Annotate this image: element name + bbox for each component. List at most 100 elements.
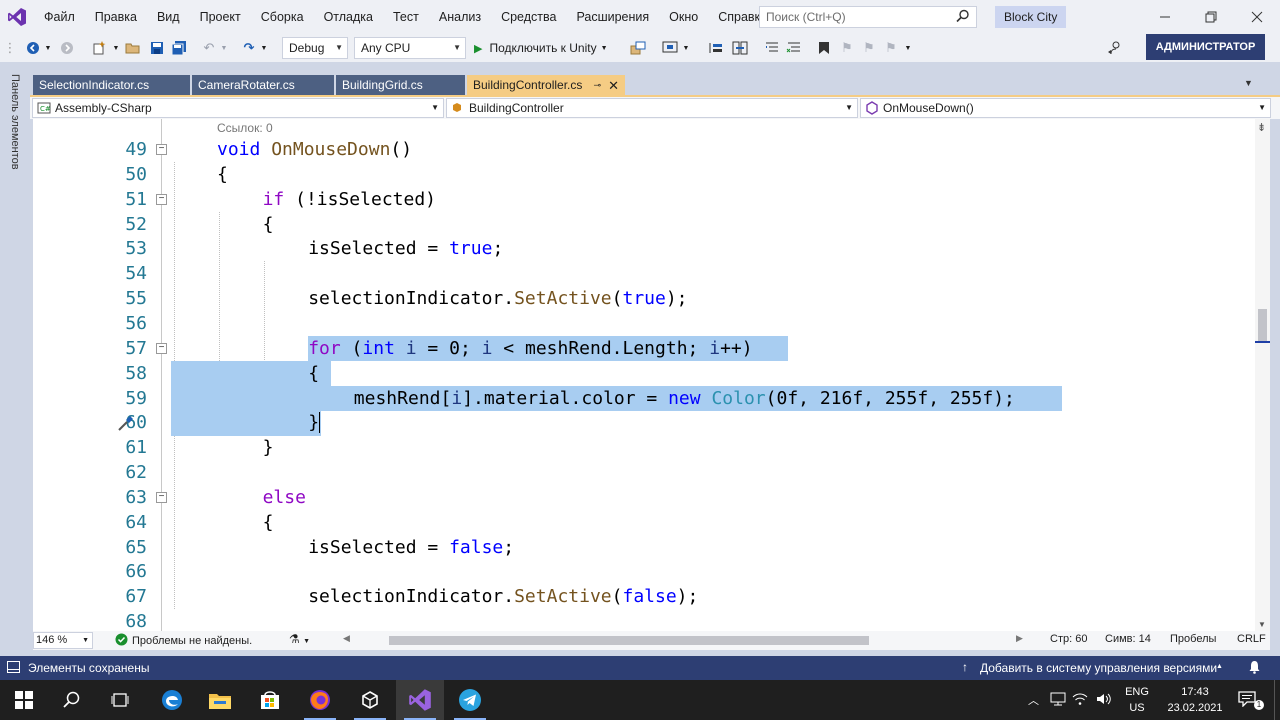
firefox-icon[interactable]	[296, 680, 344, 720]
menu-item[interactable]: Файл	[34, 10, 85, 24]
scrollbar-thumb[interactable]	[1258, 309, 1267, 343]
back-dropdown-icon[interactable]: ▼	[44, 38, 52, 58]
wifi-icon[interactable]	[1072, 692, 1088, 709]
task-view-icon[interactable]	[96, 680, 144, 720]
screen-dropdown-icon[interactable]: ▼	[682, 38, 690, 58]
zoom-select[interactable]: 146 % ▼	[33, 632, 93, 649]
edge-browser-icon[interactable]	[148, 680, 196, 720]
line-ending-indicator[interactable]: CRLF	[1237, 633, 1266, 645]
scrollbar-thumb[interactable]	[389, 636, 869, 645]
quick-actions-icon[interactable]	[117, 414, 135, 435]
windows-start-icon[interactable]	[0, 680, 48, 720]
code-editor[interactable]: Ссылок: 0 49− void OnMouseDown() 50{51− if (…	[33, 119, 1255, 631]
tab-building-controller[interactable]: BuildingController.cs ⊸ ✕	[467, 75, 625, 96]
menu-item[interactable]: Средства	[491, 10, 566, 24]
browser-link-icon[interactable]	[628, 38, 648, 58]
menu-item[interactable]: Тест	[383, 10, 429, 24]
save-all-icon[interactable]	[170, 38, 188, 58]
collapse-region-icon[interactable]: −	[156, 144, 167, 155]
redo-dropdown-icon[interactable]: ▼	[260, 38, 268, 58]
code-cleanup-icon[interactable]: ⚗ ▼	[289, 632, 310, 646]
notifications-bell-icon[interactable]	[1248, 660, 1261, 677]
vertical-scrollbar[interactable]: ⇟ ▼	[1255, 119, 1270, 631]
chevron-up-icon[interactable]: ▲	[1216, 663, 1223, 670]
project-select[interactable]: C# Assembly-CSharp ▼	[32, 98, 444, 118]
back-icon[interactable]	[24, 38, 42, 58]
tab-building-grid[interactable]: BuildingGrid.cs	[336, 75, 465, 96]
collapse-region-icon[interactable]: −	[156, 342, 167, 354]
open-folder-icon[interactable]	[124, 38, 142, 58]
solution-name-badge[interactable]: Block City	[995, 6, 1067, 28]
collapse-region-icon[interactable]: −	[156, 491, 167, 503]
platform-select[interactable]: Any CPU ▼	[354, 37, 466, 59]
menu-item[interactable]: Проект	[190, 10, 251, 24]
screen-icon[interactable]	[660, 38, 680, 58]
line-indicator[interactable]: Стр: 60	[1050, 633, 1087, 645]
tabs-dropdown-icon[interactable]: ▼	[1244, 78, 1253, 88]
minimize-button[interactable]	[1142, 0, 1188, 34]
search-icon[interactable]	[48, 680, 96, 720]
split-editor-icon[interactable]: ⇟	[1257, 121, 1266, 134]
attach-to-unity-button[interactable]: ▶ Подключить к Unity ▼	[474, 38, 618, 58]
volume-icon[interactable]	[1096, 692, 1112, 709]
admin-badge[interactable]: АДМИНИСТРАТОР	[1146, 34, 1265, 60]
clock[interactable]: 17:43 23.02.2021	[1158, 684, 1232, 716]
unity-icon[interactable]	[346, 680, 394, 720]
menu-item[interactable]: Анализ	[429, 10, 491, 24]
restore-button[interactable]	[1188, 0, 1234, 34]
new-dropdown-icon[interactable]: ▼	[112, 38, 120, 58]
network-icon[interactable]	[1050, 692, 1066, 709]
show-desktop-button[interactable]	[1274, 680, 1280, 720]
undo-dropdown-icon[interactable]: ▼	[220, 38, 228, 58]
redo-icon[interactable]: ↷	[240, 38, 258, 58]
tab-camera-rotater[interactable]: CameraRotater.cs	[192, 75, 334, 96]
telegram-icon[interactable]	[446, 680, 494, 720]
close-icon[interactable]: ✕	[608, 75, 619, 96]
clear-bookmarks-icon[interactable]: ⚑	[882, 38, 900, 58]
problems-indicator[interactable]: Проблемы не найдены.	[115, 633, 252, 649]
menu-item[interactable]: Правка	[85, 10, 147, 24]
show-hidden-icons-icon[interactable]: ︿	[1028, 692, 1039, 708]
whitespace-indicator[interactable]: Пробелы	[1170, 633, 1216, 645]
tab-selection-indicator[interactable]: SelectionIndicator.cs	[33, 75, 190, 96]
add-to-source-control[interactable]: Добавить в систему управления версиями	[980, 661, 1217, 675]
configuration-select[interactable]: Debug ▼	[282, 37, 348, 59]
collapse-region-icon[interactable]: −	[156, 193, 167, 205]
undo-icon[interactable]: ↶	[200, 38, 218, 58]
menu-item[interactable]: Вид	[147, 10, 190, 24]
pin-icon[interactable]: ⊸	[593, 75, 601, 96]
toolbox-tab[interactable]: Панель элементов	[6, 74, 24, 182]
save-icon[interactable]	[148, 38, 166, 58]
comment-lines-icon[interactable]	[762, 38, 782, 58]
horizontal-scrollbar[interactable]	[381, 636, 1056, 645]
bookmark-icon[interactable]	[814, 38, 834, 58]
menu-item[interactable]: Окно	[659, 10, 708, 24]
toolbar-overflow-icon[interactable]: ▼	[904, 38, 912, 58]
new-project-icon[interactable]	[90, 38, 110, 58]
step-into-icon[interactable]	[706, 38, 726, 58]
visual-studio-icon[interactable]	[396, 680, 444, 720]
next-bookmark-icon[interactable]: ⚑	[860, 38, 878, 58]
member-select[interactable]: OnMouseDown() ▼	[860, 98, 1271, 118]
file-explorer-icon[interactable]	[196, 680, 244, 720]
close-window-button[interactable]	[1234, 0, 1280, 34]
forward-icon[interactable]	[58, 38, 76, 58]
prev-bookmark-icon[interactable]: ⚑	[838, 38, 856, 58]
menu-item[interactable]: Сборка	[251, 10, 314, 24]
codelens-references[interactable]: Ссылок: 0	[217, 121, 273, 135]
scroll-left-icon[interactable]: ◀	[343, 633, 350, 644]
search-input[interactable]: Поиск (Ctrl+Q)	[759, 6, 977, 28]
live-share-icon[interactable]	[1104, 38, 1126, 58]
uncomment-lines-icon[interactable]	[784, 38, 804, 58]
menu-item[interactable]: Расширения	[566, 10, 659, 24]
scroll-down-icon[interactable]: ▼	[1258, 620, 1266, 629]
language-indicator[interactable]: ENG US	[1120, 684, 1154, 716]
step-over-icon[interactable]	[730, 38, 750, 58]
action-center-icon[interactable]	[1238, 691, 1256, 710]
class-select[interactable]: BuildingController ▼	[446, 98, 858, 118]
scroll-right-icon[interactable]: ▶	[1016, 633, 1023, 644]
char-indicator[interactable]: Симв: 14	[1105, 633, 1151, 645]
menu-item[interactable]: Отладка	[314, 10, 383, 24]
microsoft-store-icon[interactable]	[246, 680, 294, 720]
svg-text:C#: C#	[40, 105, 51, 113]
